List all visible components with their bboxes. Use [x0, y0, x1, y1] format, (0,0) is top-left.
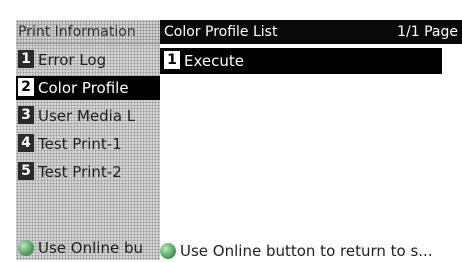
online-button-hint: Use Online bu [16, 236, 160, 260]
list-header: Color Profile List 1/1 Page [160, 20, 462, 44]
menu-item-label: User Media L [38, 107, 136, 125]
menu-item-user-media[interactable]: 3 User Media L [16, 104, 160, 128]
menu-item-error-log[interactable]: 1 Error Log [16, 48, 160, 72]
menu-item-test-print-2[interactable]: 5 Test Print-2 [16, 160, 160, 184]
menu-item-label: Test Print-1 [38, 135, 122, 153]
number-badge: 4 [18, 134, 34, 152]
list-item-execute[interactable]: 1 Execute [160, 48, 442, 74]
print-information-panel: Print Information 1 Error Log 2 Color Prof… [16, 20, 160, 260]
number-badge: 2 [18, 78, 34, 96]
page-title: Color Profile List [164, 24, 278, 40]
page-indicator: 1/1 Page [397, 24, 458, 40]
menu-item-test-print-1[interactable]: 4 Test Print-1 [16, 132, 160, 156]
menu-item-label: Test Print-2 [38, 163, 122, 181]
number-badge: 1 [18, 50, 34, 68]
online-button-hint: Use Online button to return to s... [160, 240, 462, 262]
number-badge: 3 [18, 106, 34, 124]
list-item-label: Execute [184, 52, 244, 70]
hint-text: Use Online bu [38, 239, 143, 257]
online-led-icon [18, 240, 34, 256]
color-profile-list: 1 Execute [160, 44, 462, 240]
menu-item-color-profile[interactable]: 2 Color Profile [16, 76, 160, 100]
panel-title: Print Information [16, 20, 160, 44]
online-led-icon [160, 243, 176, 259]
menu-item-label: Color Profile [38, 79, 129, 97]
hint-text: Use Online button to return to s... [180, 242, 433, 260]
number-badge: 1 [164, 51, 180, 69]
menu-item-label: Error Log [38, 51, 107, 69]
number-badge: 5 [18, 162, 34, 180]
